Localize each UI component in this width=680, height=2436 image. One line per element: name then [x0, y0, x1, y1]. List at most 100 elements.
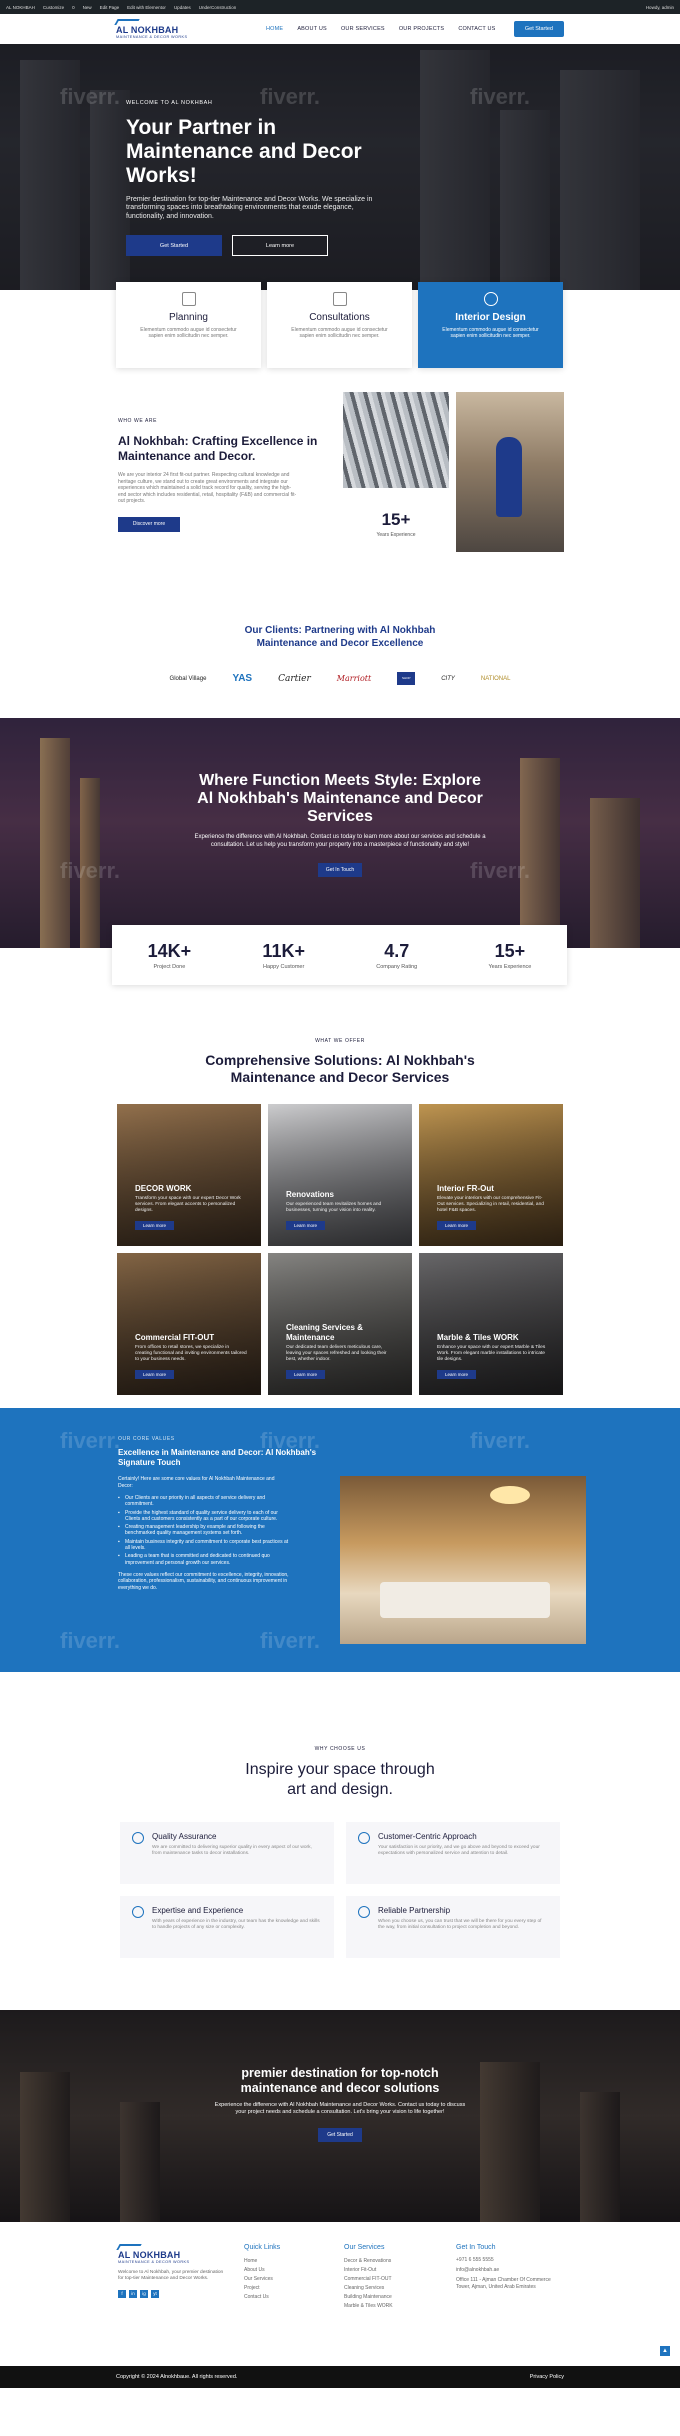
- hero-get-started-button[interactable]: Get Started: [126, 235, 222, 257]
- footer-link[interactable]: Decor & Renovations: [344, 2257, 393, 2266]
- stat-value: 4.7: [384, 940, 410, 961]
- feature-card-planning[interactable]: Planning Elementum commodo augue id cons…: [116, 282, 261, 368]
- why-card-text: With years of experience in the industry…: [152, 1919, 320, 1930]
- clients-section: Our Clients: Partnering with Al Nokhbah …: [0, 568, 680, 718]
- nav-services[interactable]: OUR SERVICES: [341, 26, 385, 32]
- cta-title: premier destination for top-notch mainte…: [240, 2066, 440, 2095]
- footer-link[interactable]: About Us: [244, 2266, 280, 2275]
- watermark: fiverr.: [60, 1428, 120, 1453]
- footer-logo[interactable]: AL NOKHBAH MAINTENANCE & DECOR WORKS: [116, 2244, 208, 2264]
- stat-item: 14K+ Project Done: [148, 941, 192, 970]
- footer-link[interactable]: Home: [244, 2257, 280, 2266]
- service-card-cleaning[interactable]: Cleaning Services & Maintenance Our dedi…: [268, 1253, 412, 1395]
- admin-user[interactable]: Howdy, admin: [646, 5, 674, 10]
- service-title: DECOR WORK: [135, 1183, 192, 1193]
- feature-card-interior-design[interactable]: Interior Design Elementum commodo augue …: [418, 282, 563, 368]
- values-title: Excellence in Maintenance and Decor: Al …: [118, 1448, 317, 1467]
- service-card-renovations[interactable]: Renovations Our experienced team revital…: [268, 1104, 412, 1246]
- cta-text: Experience the difference with Al Nokhba…: [214, 2102, 466, 2115]
- admin-item[interactable]: New: [83, 5, 92, 10]
- feature-title: Planning: [169, 312, 208, 323]
- youtube-icon[interactable]: yt: [151, 2290, 159, 2299]
- nav-contact[interactable]: CONTACT US: [458, 26, 495, 32]
- admin-item[interactable]: UnderConstruction: [199, 5, 237, 10]
- site-logo[interactable]: AL NOKHBAH MAINTENANCE & DECOR WORKS: [114, 19, 206, 39]
- nav-about[interactable]: ABOUT US: [297, 26, 327, 32]
- admin-item[interactable]: Edit Page: [100, 5, 120, 10]
- nav-projects[interactable]: OUR PROJECTS: [399, 26, 445, 32]
- client-logo-marriott: Marriott: [336, 674, 372, 683]
- experience-label: Years Experience: [376, 532, 416, 538]
- service-title: Cleaning Services & Maintenance: [286, 1323, 363, 1342]
- instagram-icon[interactable]: ig: [140, 2290, 148, 2299]
- learn-more-button[interactable]: Learn more: [286, 1221, 326, 1230]
- nav-home[interactable]: HOME: [266, 26, 283, 32]
- admin-bar: AL NOKHBAH Customize 0 New Edit Page Edi…: [0, 0, 680, 14]
- footer-link[interactable]: Contact Us: [244, 2293, 280, 2302]
- service-text: Elevate your interiors with our comprehe…: [437, 1196, 544, 1213]
- list-item: Provide the highest standard of quality …: [118, 1510, 293, 1523]
- admin-item[interactable]: Customize: [43, 5, 64, 10]
- service-card-interior-fitout[interactable]: Interior FR-Out Elevate your interiors w…: [419, 1104, 563, 1246]
- footer-link[interactable]: Interior Fit-Out: [344, 2266, 393, 2275]
- why-choose-us-section: WHY CHOOSE US Inspire your space through…: [0, 1672, 680, 2010]
- footer-link[interactable]: Project: [244, 2284, 280, 2293]
- why-card: Expertise and Experience With years of e…: [120, 1896, 334, 1958]
- footer-email[interactable]: info@alnokhbah.ae: [456, 2267, 556, 2274]
- footer-link[interactable]: Cleaning Services: [344, 2284, 393, 2293]
- linkedin-icon[interactable]: in: [129, 2290, 137, 2299]
- footer-col-title: Quick Links: [244, 2244, 281, 2251]
- service-text: Our dedicated team delivers meticulous c…: [286, 1345, 387, 1362]
- hero-eyebrow: WELCOME TO AL NOKHBAH: [126, 100, 213, 106]
- admin-item[interactable]: AL NOKHBAH: [6, 5, 35, 10]
- footer-phone[interactable]: +971 6 555 5555: [456, 2257, 556, 2264]
- learn-more-button[interactable]: Learn more: [135, 1370, 175, 1379]
- service-card-commercial-fitout[interactable]: Commercial FIT-OUT From offices to retai…: [117, 1253, 261, 1395]
- footer-link[interactable]: Our Services: [244, 2275, 280, 2284]
- hero-title: Your Partner in Maintenance and Decor Wo…: [126, 116, 362, 187]
- admin-item[interactable]: Edit with Elementor: [127, 5, 166, 10]
- learn-more-button[interactable]: Learn more: [437, 1370, 477, 1379]
- list-item: Creating management leadership by exampl…: [118, 1524, 293, 1537]
- privacy-policy-link[interactable]: Privacy Policy: [530, 2374, 564, 2380]
- watermark: fiverr.: [260, 1628, 320, 1653]
- admin-item[interactable]: 0: [72, 5, 75, 10]
- discover-more-button[interactable]: Discover more: [118, 516, 180, 532]
- footer-link[interactable]: Marble & Tiles WORK: [344, 2302, 393, 2311]
- get-started-button[interactable]: Get Started: [513, 21, 564, 37]
- why-card: Quality Assurance We are committed to de…: [120, 1822, 334, 1884]
- get-in-touch-button[interactable]: Get In Touch: [318, 863, 362, 877]
- learn-more-button[interactable]: Learn more: [437, 1221, 477, 1230]
- document-icon: [181, 292, 196, 306]
- why-card-title: Expertise and Experience: [152, 1906, 244, 1915]
- feature-title: Consultations: [309, 312, 370, 323]
- cta-get-started-button[interactable]: Get Started: [318, 2128, 362, 2142]
- why-card: Reliable Partnership When you choose us,…: [346, 1896, 560, 1958]
- core-values-section: fiverr. fiverr. fiverr. fiverr. fiverr. …: [0, 1408, 680, 1672]
- footer-link[interactable]: Building Maintenance: [344, 2293, 393, 2302]
- service-card-decor[interactable]: DECOR WORK Transform your space with our…: [117, 1104, 261, 1246]
- cta-banner: premier destination for top-notch mainte…: [0, 2010, 680, 2222]
- why-card-title: Quality Assurance: [152, 1832, 217, 1841]
- worker-image: [456, 392, 564, 552]
- client-logo-national: NATIONAL: [480, 675, 511, 682]
- building-image: [343, 392, 449, 488]
- values-eyebrow: OUR CORE VALUES: [118, 1436, 175, 1442]
- footer-link[interactable]: Commercial FIT-OUT: [344, 2275, 393, 2284]
- service-card-marble-tiles[interactable]: Marble & Tiles WORK Enhance your space w…: [419, 1253, 563, 1395]
- client-logo-city: CITY: [441, 675, 455, 682]
- scroll-to-top-icon[interactable]: ▲: [660, 2346, 670, 2356]
- learn-more-button[interactable]: Learn more: [286, 1370, 326, 1379]
- admin-item[interactable]: Updates: [174, 5, 191, 10]
- feature-card-consultations[interactable]: Consultations Elementum commodo augue id…: [267, 282, 412, 368]
- footer-services: Our Services Decor & Renovations Interio…: [344, 2244, 393, 2311]
- hero-content: WELCOME TO AL NOKHBAH Your Partner in Ma…: [126, 100, 396, 257]
- solutions-title: Comprehensive Solutions: Al Nokhbah's Ma…: [205, 1052, 475, 1085]
- hero-learn-more-button[interactable]: Learn more: [232, 235, 328, 257]
- learn-more-button[interactable]: Learn more: [135, 1221, 175, 1230]
- roof-icon: [114, 19, 140, 25]
- services-banner: fiverr. fiverr. Where Function Meets Sty…: [0, 718, 680, 948]
- facebook-icon[interactable]: f: [118, 2290, 126, 2299]
- service-title: Interior FR-Out: [437, 1183, 494, 1193]
- stat-value: 15+: [494, 940, 526, 961]
